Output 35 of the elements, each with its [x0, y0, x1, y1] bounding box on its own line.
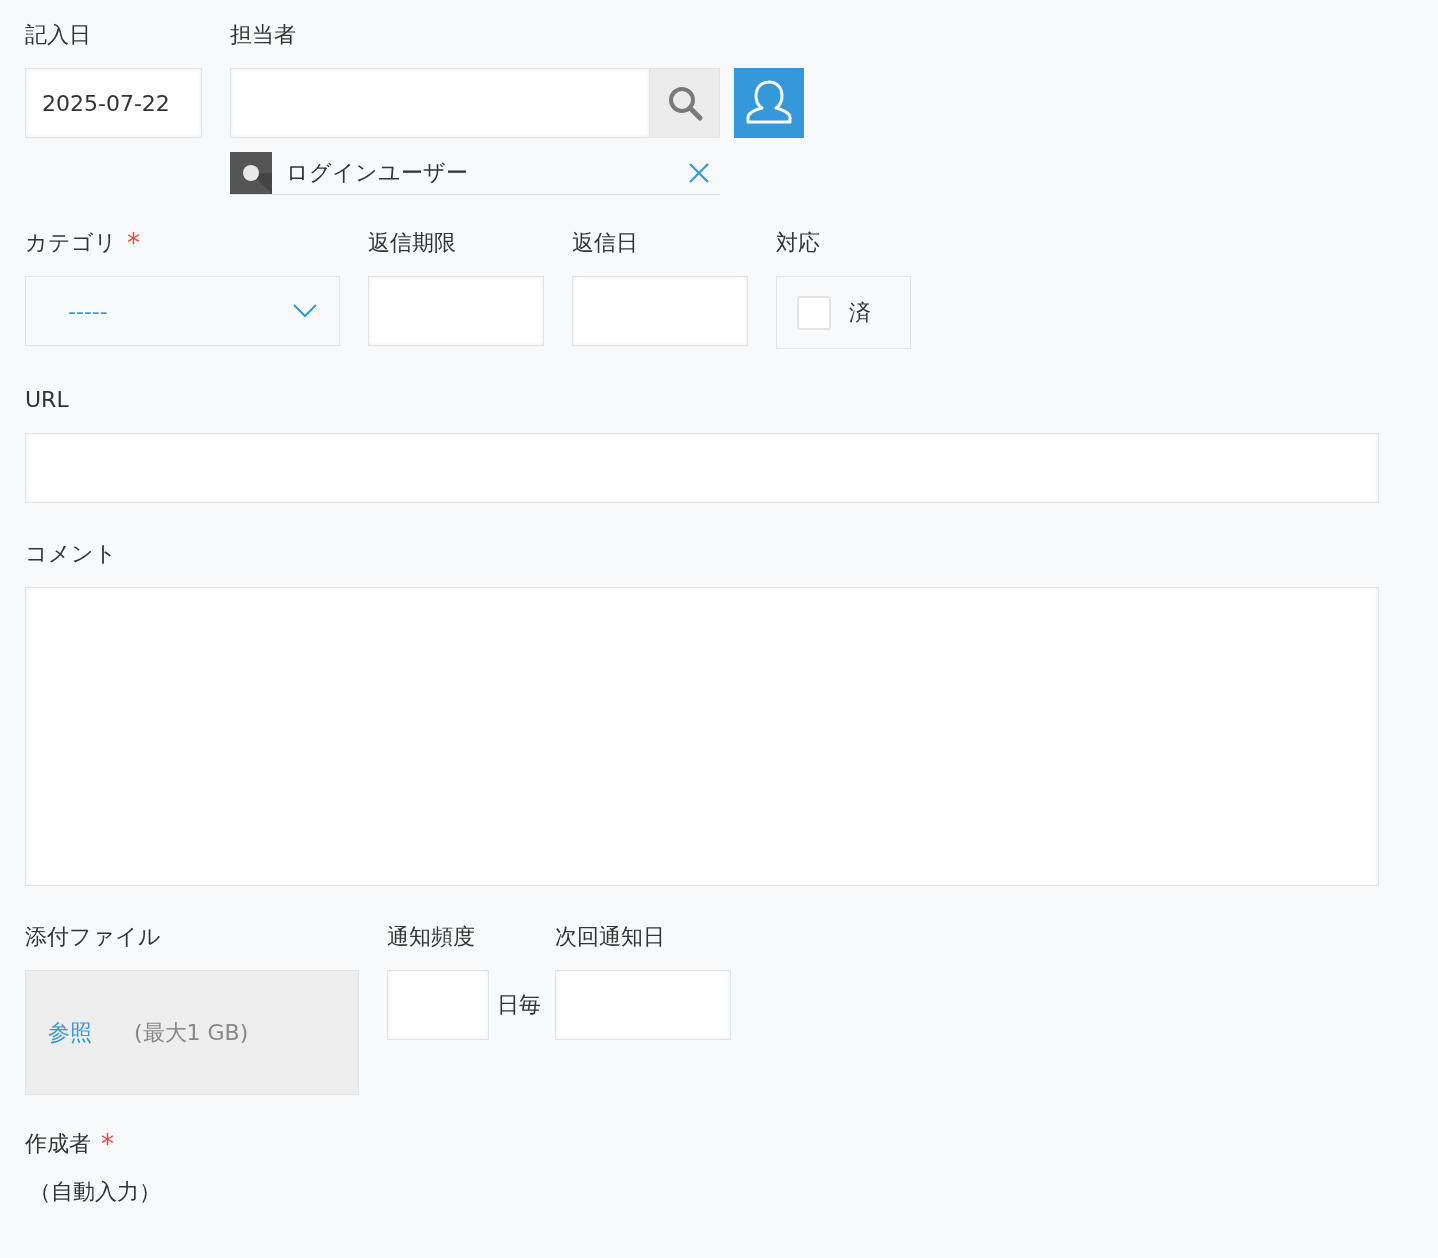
number-field[interactable] — [387, 970, 489, 1040]
field-label: 次回通知日 — [555, 923, 666, 951]
search-button[interactable] — [650, 68, 720, 138]
field-label: 返信期限 — [368, 229, 457, 257]
checkbox[interactable] — [797, 295, 831, 330]
comment-field[interactable] — [25, 587, 1379, 886]
close-icon — [688, 162, 710, 184]
category-dropdown[interactable]: ----- — [25, 276, 340, 346]
close-button[interactable] — [688, 162, 710, 184]
browse-link[interactable]: 参照 — [48, 1017, 92, 1048]
field-label: 返信日 — [572, 229, 639, 257]
field-label: 対応 — [776, 229, 821, 257]
chevron-down-icon — [293, 304, 317, 318]
size-limit: (最大1 GB) — [134, 1018, 249, 1047]
field-label: 添付ファイル — [25, 923, 162, 951]
user-search-field[interactable] — [230, 68, 650, 138]
unit-label: 日毎 — [497, 991, 541, 1019]
url-field[interactable] — [25, 433, 1379, 503]
required-mark: * — [127, 227, 140, 260]
date-field[interactable] — [555, 970, 731, 1040]
field-label: 担当者 — [230, 21, 297, 49]
required-mark: * — [101, 1128, 114, 1161]
field-label: カテゴリ * — [25, 226, 141, 260]
field-label: コメント — [25, 540, 118, 568]
date-field[interactable] — [368, 276, 544, 346]
field-value: （自動入力） — [29, 1178, 162, 1206]
user-name: ログインユーザー — [286, 159, 469, 187]
user-select-button[interactable] — [734, 68, 804, 138]
field-label: 通知頻度 — [387, 923, 476, 951]
checkbox-label: 済 — [849, 298, 871, 327]
date-field[interactable]: 2025-07-22 — [25, 68, 202, 138]
date-field[interactable] — [572, 276, 748, 346]
field-label: 記入日 — [25, 21, 92, 49]
field-label: 作成者 * — [25, 1127, 115, 1161]
field-label: URL — [25, 386, 70, 414]
